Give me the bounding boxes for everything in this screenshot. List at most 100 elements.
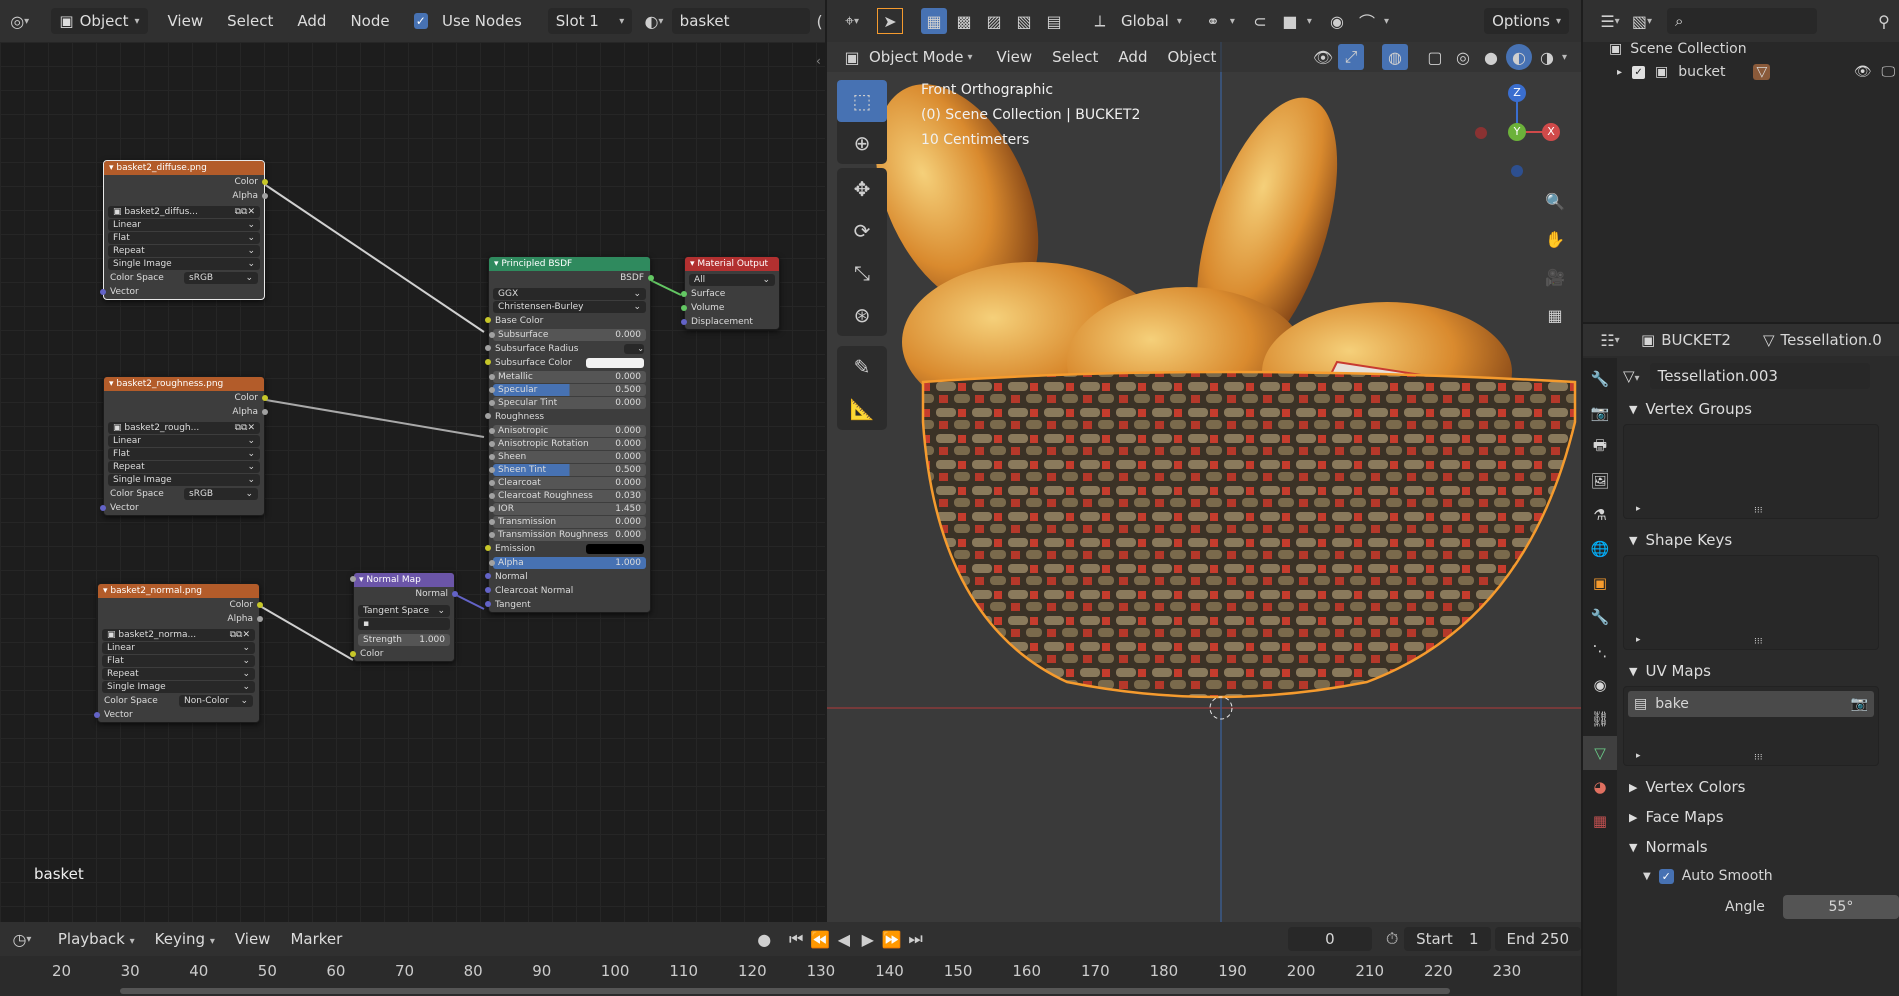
transform-orientation-icon[interactable]: ⟂ (1087, 8, 1113, 34)
material-name-field[interactable]: basket (671, 8, 811, 34)
socket-icon[interactable] (681, 305, 687, 311)
socket-icon[interactable] (681, 291, 687, 297)
options-dropdown[interactable]: Options ▾ (1484, 8, 1569, 34)
3d-viewport[interactable]: ▣ Object Mode ▾ View Select Add Object 👁 … (827, 42, 1581, 922)
image-tool-icons[interactable]: ⧉⧉✕ (235, 206, 255, 218)
interpolation-dropdown[interactable]: Linear ⌄ (108, 219, 260, 231)
node-editor[interactable]: ▾ basket2_diffuse.png Color Alpha ▣ bask… (0, 42, 825, 922)
distribution-dropdown[interactable]: GGX ⌄ (493, 288, 646, 300)
extension-dropdown[interactable]: Repeat ⌄ (102, 668, 255, 680)
stopwatch-icon[interactable]: ⏱ (1380, 926, 1404, 952)
select-mode-invert-icon[interactable]: ▧ (1011, 8, 1037, 34)
menu-add[interactable]: Add (287, 12, 336, 30)
render-icon[interactable]: 🖵 (1882, 64, 1896, 80)
scene-tab-icon[interactable]: ⚗ (1583, 498, 1617, 532)
select-mode-extend-icon[interactable]: ▩ (951, 8, 977, 34)
scale-tool-icon[interactable]: ⤡ (837, 252, 887, 294)
socket-icon[interactable] (489, 332, 495, 338)
ortho-grid-icon[interactable]: ▦ (1539, 298, 1571, 332)
socket-icon[interactable] (489, 493, 495, 499)
gizmo-z-axis[interactable]: Z (1508, 84, 1526, 102)
camera-icon[interactable]: 📷 (1851, 696, 1868, 712)
image-field[interactable]: ▣ basket2_rough... ⧉⧉✕ (108, 422, 260, 434)
socket-icon[interactable] (489, 560, 495, 566)
texture-tab-icon[interactable]: ▦ (1583, 804, 1617, 838)
input-specular[interactable]: Specular 0.500 (489, 384, 646, 396)
projection-dropdown[interactable]: Flat ⌄ (108, 448, 260, 460)
socket-icon[interactable] (100, 289, 106, 295)
input-subsurface-color[interactable]: Subsurface Color (485, 356, 650, 370)
display-mode-icon[interactable]: ▧ ▾ (1629, 8, 1655, 34)
gizmo-toggle-icon[interactable]: ⤢ (1337, 44, 1364, 70)
menu-object[interactable]: Object (1157, 48, 1226, 66)
transform-orientation-dropdown[interactable]: Global (1117, 12, 1173, 30)
mesh-name-field[interactable]: Tessellation.003 (1649, 363, 1870, 389)
expand-arrow-icon[interactable]: ▸ (1636, 504, 1641, 514)
expand-arrow-icon[interactable]: ▸ (1636, 751, 1641, 761)
constraints-tab-icon[interactable]: ⛓ (1583, 702, 1617, 736)
menu-add[interactable]: Add (1108, 48, 1157, 66)
input-anisotropic-rotation[interactable]: Anisotropic Rotation 0.000 (489, 438, 646, 450)
filter-icon[interactable]: ⚲ (1871, 8, 1897, 34)
gizmo-neg-x[interactable] (1475, 127, 1487, 139)
diffuse-texture-node[interactable]: ▾ basket2_diffuse.png Color Alpha ▣ bask… (100, 160, 268, 300)
input-sheen[interactable]: Sheen 0.000 (489, 451, 646, 463)
timeline-scrollbar[interactable] (120, 988, 1450, 994)
socket-icon[interactable] (257, 602, 263, 608)
color-space-dropdown[interactable]: Non-Color ⌄ (179, 695, 253, 707)
socket-icon[interactable] (485, 317, 491, 323)
cursor-tool-icon[interactable]: ⊕ (837, 122, 887, 164)
extension-dropdown[interactable]: Repeat ⌄ (108, 461, 260, 473)
end-frame-field[interactable]: End 250 (1494, 927, 1582, 951)
section-vertex-groups[interactable]: ▼ Vertex Groups (1617, 394, 1899, 424)
object-type-dropdown[interactable]: ▣ Object ▾ (51, 8, 148, 34)
input-ior[interactable]: IOR 1.450 (489, 503, 646, 515)
physics-tab-icon[interactable]: ◉ (1583, 668, 1617, 702)
gizmo-x-axis[interactable]: X (1542, 123, 1560, 141)
auto-smooth-checkbox[interactable]: ✓ (1658, 868, 1674, 884)
extension-dropdown[interactable]: Repeat ⌄ (108, 245, 260, 257)
color-swatch[interactable] (586, 358, 644, 368)
menu-select[interactable]: Select (1042, 48, 1108, 66)
object-tab-icon[interactable]: ▣ (1583, 566, 1617, 600)
socket-icon[interactable] (489, 480, 495, 486)
color-space-dropdown[interactable]: sRGB ⌄ (184, 272, 258, 284)
exclude-checkbox[interactable]: ✓ (1632, 65, 1646, 79)
gizmo-neg-z[interactable] (1511, 165, 1523, 177)
measure-tool-icon[interactable]: 📐 (837, 388, 887, 430)
socket-icon[interactable] (262, 409, 268, 415)
angle-field[interactable]: 55° (1782, 895, 1899, 919)
socket-icon[interactable] (485, 601, 491, 607)
modifier-tab-icon[interactable]: 🔧 (1583, 600, 1617, 634)
menu-view[interactable]: View (987, 48, 1043, 66)
input-emission[interactable]: Emission (485, 542, 650, 556)
socket-icon[interactable] (681, 319, 687, 325)
section-normals[interactable]: ▼ Normals (1617, 832, 1899, 862)
socket-icon[interactable] (489, 387, 495, 393)
visibility-icon[interactable]: 👁 (1310, 44, 1336, 70)
jump-start-icon[interactable]: ⏮ (784, 926, 808, 952)
projection-dropdown[interactable]: Flat ⌄ (108, 232, 260, 244)
socket-icon[interactable] (262, 193, 268, 199)
uv-map-item[interactable]: ▤ bake 📷 (1628, 691, 1874, 717)
uv-map-field[interactable]: ▪ (358, 618, 450, 630)
uv-maps-list[interactable]: ▤ bake 📷 ▸ ⁝⁝⁝ (1623, 686, 1879, 766)
outliner[interactable]: ☰ ▾ ▧ ▾ ⌕ ⚲ ▣ Scene Collection ▸ ✓ ▣ bucket… (1583, 0, 1899, 322)
subsurface-method-dropdown[interactable]: Christensen-Burley ⌄ (493, 301, 646, 313)
jump-end-icon[interactable]: ⏭ (904, 926, 928, 952)
input-subsurface-radius[interactable]: Subsurface Radius ⌄ (485, 342, 650, 356)
input-sheen-tint[interactable]: Sheen Tint 0.500 (489, 464, 646, 476)
image-tool-icons[interactable]: ⧉⧉✕ (230, 629, 250, 641)
slot-dropdown[interactable]: Slot 1 ▾ (547, 8, 633, 34)
gizmo-y-axis[interactable]: Y (1508, 123, 1526, 141)
socket-icon[interactable] (489, 532, 495, 538)
menu-view[interactable]: View (225, 930, 281, 948)
shading-rendered-icon[interactable]: ◑ (1534, 44, 1560, 70)
target-dropdown[interactable]: All ⌄ (689, 274, 775, 286)
input-specular-tint[interactable]: Specular Tint 0.000 (489, 397, 646, 409)
socket-icon[interactable] (489, 519, 495, 525)
select-mode-intersect-icon[interactable]: ▤ (1041, 8, 1067, 34)
tool-tab-icon[interactable]: 🔧 (1583, 362, 1617, 396)
move-tool-icon[interactable]: ✥ (837, 168, 887, 210)
expand-arrow-icon[interactable]: ▼ (1643, 871, 1651, 882)
